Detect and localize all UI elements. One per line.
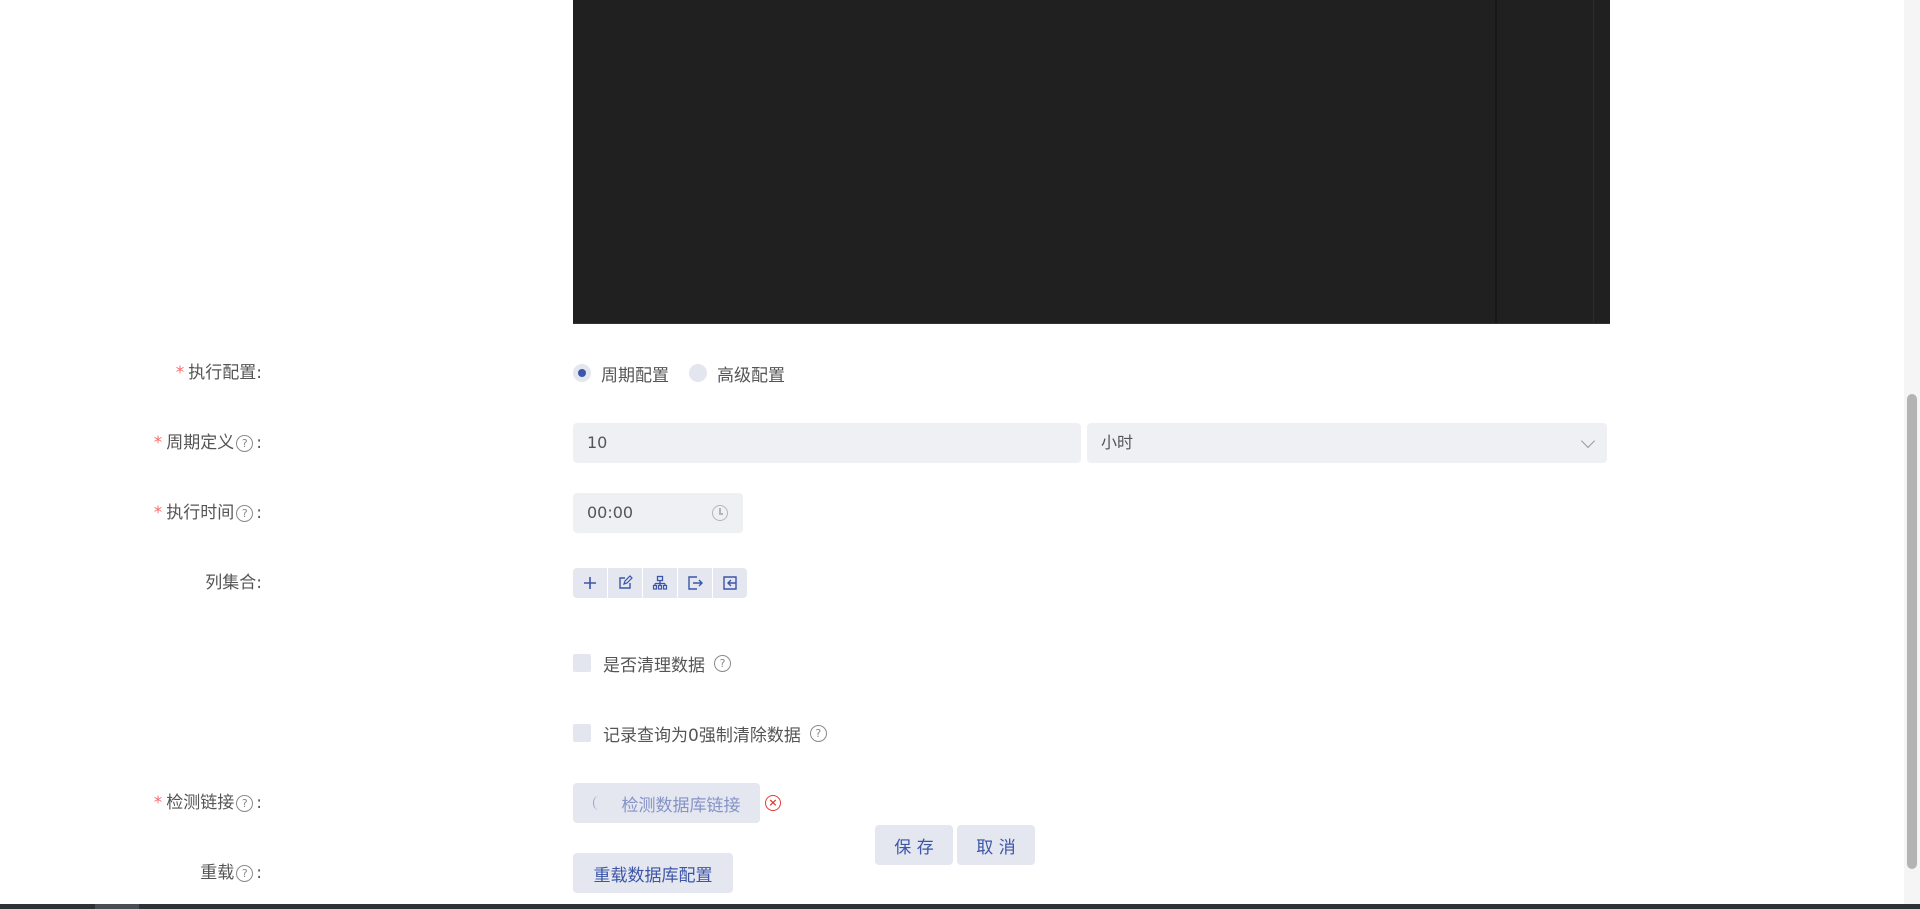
columns-toolbar <box>573 568 747 598</box>
checkbox-box <box>573 654 591 672</box>
force-clear-row: 记录查询为0强制清除数据 ? <box>0 713 1610 753</box>
help-icon[interactable]: ? <box>236 434 254 452</box>
tree-icon[interactable] <box>643 568 678 598</box>
checkbox-box <box>573 724 591 742</box>
exec-config-label: * 执行配置: <box>175 363 262 383</box>
exec-config-radio-group: 周期配置 高级配置 <box>573 353 805 393</box>
columns-label: 列集合: <box>205 573 262 593</box>
scrollbar-thumb[interactable] <box>1907 394 1917 869</box>
exec-config-row: * 执行配置: 周期配置 高级配置 <box>0 353 1610 393</box>
force-clear-checkbox[interactable]: 记录查询为0强制清除数据 ? <box>573 713 827 753</box>
clock-icon <box>712 505 728 521</box>
period-row: * 周期定义 ?: 10 小时 <box>0 423 1610 463</box>
add-icon[interactable] <box>573 568 608 598</box>
editor-minimap-divider <box>1593 0 1594 323</box>
code-editor[interactable] <box>573 0 1610 324</box>
error-icon: × <box>765 795 781 811</box>
radio-dot <box>689 364 707 382</box>
help-icon[interactable]: ? <box>809 724 827 742</box>
reload-label: 重载 ?: <box>200 863 262 883</box>
loading-spinner-icon <box>592 796 604 810</box>
scrollbar-thumb[interactable] <box>95 904 139 909</box>
detect-link-label: * 检测链接 ?: <box>153 793 262 813</box>
radio-period-config[interactable]: 周期配置 <box>573 361 669 386</box>
vertical-scrollbar[interactable] <box>1904 0 1920 909</box>
detect-link-row: * 检测链接 ?: 检测数据库链接 × <box>0 783 1610 823</box>
period-value-input[interactable]: 10 <box>573 423 1081 463</box>
reload-db-config-button[interactable]: 重载数据库配置 <box>573 853 733 893</box>
columns-row: 列集合: <box>0 563 1610 603</box>
edit-icon[interactable] <box>608 568 643 598</box>
radio-advanced-config[interactable]: 高级配置 <box>689 361 785 386</box>
help-icon[interactable]: ? <box>236 794 254 812</box>
chevron-down-icon <box>1580 433 1596 449</box>
help-icon[interactable]: ? <box>236 864 254 882</box>
clear-data-checkbox[interactable]: 是否清理数据 ? <box>573 643 731 683</box>
horizontal-scrollbar[interactable] <box>0 904 1920 909</box>
exec-time-row: * 执行时间 ?: 00:00 <box>0 493 1610 533</box>
help-icon[interactable]: ? <box>236 504 254 522</box>
exec-time-label: * 执行时间 ?: <box>153 503 262 523</box>
clear-data-row: 是否清理数据 ? <box>0 643 1610 683</box>
detect-db-link-button[interactable]: 检测数据库链接 <box>573 783 760 823</box>
exec-time-picker[interactable]: 00:00 <box>573 493 743 533</box>
period-unit-select[interactable]: 小时 <box>1087 423 1607 463</box>
import-icon[interactable] <box>713 568 747 598</box>
editor-divider <box>1495 0 1497 323</box>
export-icon[interactable] <box>678 568 713 598</box>
period-label: * 周期定义 ?: <box>153 433 262 453</box>
help-icon[interactable]: ? <box>714 654 731 672</box>
radio-dot <box>573 364 591 382</box>
reload-row: 重载 ?: 重载数据库配置 <box>0 853 1610 893</box>
